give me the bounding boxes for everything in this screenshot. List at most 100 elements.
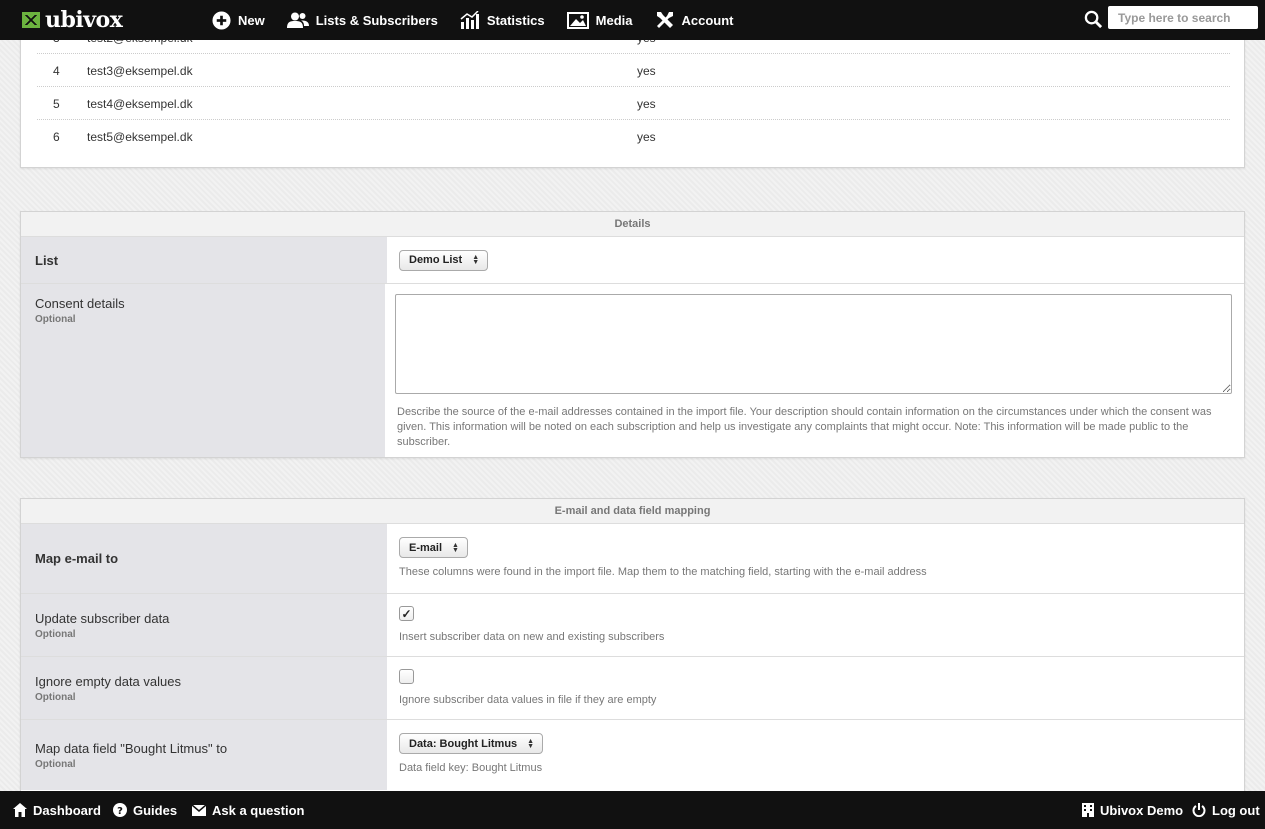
row-consent: yes — [637, 64, 656, 78]
footer-account-label: Ubivox Demo — [1100, 802, 1184, 818]
top-nav-bar: ubivox New Lists & Subscribers Statistic… — [0, 0, 1265, 40]
consent-label: Consent details — [35, 296, 125, 311]
main-nav: New Lists & Subscribers Statistics Media… — [212, 0, 756, 40]
optional-tag: Optional — [35, 758, 76, 770]
row-consent: yes — [637, 97, 656, 111]
footer-dashboard-label: Dashboard — [33, 802, 101, 818]
update-data-checkbox[interactable]: ✓ — [399, 606, 414, 621]
logo-text: ubivox — [45, 7, 123, 33]
map-litmus-row: Map data field "Bought Litmus" to Option… — [21, 720, 1244, 790]
table-row: 6 test5@eksempel.dk yes — [37, 120, 1230, 153]
select-arrows-icon: ▲ ▼ — [472, 254, 480, 266]
map-litmus-select-value: Data: Bought Litmus — [409, 737, 518, 750]
update-data-label: Update subscriber data — [35, 610, 170, 626]
update-data-help: Insert subscriber data on new and existi… — [399, 631, 665, 643]
nav-lists-subscribers[interactable]: Lists & Subscribers — [286, 12, 438, 28]
row-email: test4@eksempel.dk — [87, 97, 193, 111]
nav-statistics-label: Statistics — [486, 12, 545, 28]
consent-label-cell: Consent details Optional — [21, 284, 385, 457]
list-value-cell: Demo List ▲ ▼ — [387, 237, 1244, 283]
details-panel: Details List Demo List ▲ ▼ Consent detail… — [20, 211, 1245, 458]
help-icon: ? — [113, 803, 127, 817]
home-icon — [13, 803, 27, 817]
plus-circle-icon — [212, 10, 231, 30]
update-data-label-cell: Update subscriber data Optional — [21, 594, 387, 656]
nav-account-label: Account — [681, 12, 734, 28]
image-icon — [566, 12, 589, 29]
footer-logout-label: Log out — [1212, 802, 1260, 818]
optional-tag: Optional — [35, 628, 76, 640]
list-row: List Demo List ▲ ▼ — [21, 237, 1244, 284]
map-litmus-help: Data field key: Bought Litmus — [399, 762, 543, 774]
mapping-header: E-mail and data field mapping — [21, 499, 1244, 524]
list-label-cell: List — [21, 237, 387, 283]
row-number: 6 — [53, 130, 60, 144]
map-litmus-select[interactable]: Data: Bought Litmus ▲ ▼ — [399, 733, 544, 754]
import-preview-panel: 3 test2@eksempel.dk yes 4 test3@eksempel… — [20, 20, 1245, 168]
ignore-empty-label: Ignore empty data values — [35, 673, 181, 689]
map-email-help: These columns were found in the import f… — [399, 566, 927, 578]
nav-account[interactable]: Account — [655, 10, 734, 30]
optional-tag: Optional — [35, 691, 76, 703]
consent-value-cell: Describe the source of the e-mail addres… — [385, 284, 1244, 457]
footer-ask-label: Ask a question — [212, 802, 305, 818]
update-data-value-cell: ✓ Insert subscriber data on new and exis… — [387, 594, 1244, 656]
consent-help-text: Describe the source of the e-mail addres… — [397, 406, 1212, 448]
tools-icon — [656, 12, 673, 28]
select-arrows-icon: ▲ ▼ — [527, 737, 535, 750]
search-input[interactable] — [1108, 6, 1258, 29]
table-row: 4 test3@eksempel.dk yes — [37, 54, 1230, 87]
update-data-row: Update subscriber data Optional ✓ Insert… — [21, 594, 1244, 657]
row-number: 5 — [53, 97, 60, 111]
list-label: List — [35, 252, 59, 268]
row-number: 4 — [53, 64, 60, 78]
nav-lists-label: Lists & Subscribers — [315, 12, 438, 28]
nav-new-label: New — [238, 12, 265, 28]
optional-tag: Optional — [35, 314, 76, 325]
building-icon — [1082, 803, 1094, 817]
map-email-select[interactable]: E-mail ▲ ▼ — [399, 537, 468, 558]
map-email-label-cell: Map e-mail to — [21, 524, 387, 593]
footer-guides-link[interactable]: ? Guides — [113, 791, 177, 829]
envelope-logo-icon — [22, 12, 40, 28]
map-email-select-value: E-mail — [409, 541, 443, 554]
map-email-row: Map e-mail to E-mail ▲ ▼ These columns we… — [21, 524, 1244, 594]
ignore-empty-checkbox[interactable] — [399, 669, 414, 684]
nav-media[interactable]: Media — [566, 11, 633, 29]
svg-text:?: ? — [117, 806, 123, 817]
row-consent: yes — [637, 130, 656, 144]
footer-dashboard-link[interactable]: Dashboard — [13, 791, 101, 829]
nav-new[interactable]: New — [212, 10, 265, 30]
footer-ask-question-link[interactable]: Ask a question — [192, 791, 304, 829]
table-row: 5 test4@eksempel.dk yes — [37, 87, 1230, 120]
consent-details-textarea[interactable] — [395, 294, 1232, 394]
mail-icon — [192, 804, 206, 816]
bottom-bar: Dashboard ? Guides Ask a question Ubivox… — [0, 791, 1265, 829]
footer-account-link[interactable]: Ubivox Demo — [1082, 791, 1183, 829]
details-header: Details — [21, 212, 1244, 237]
map-litmus-label: Map data field "Bought Litmus" to — [35, 740, 228, 756]
ignore-empty-value-cell: Ignore subscriber data values in file if… — [387, 657, 1244, 719]
list-select-value: Demo List — [409, 254, 463, 266]
footer-logout-link[interactable]: Log out — [1192, 791, 1260, 829]
chart-icon — [460, 11, 479, 29]
field-mapping-panel: E-mail and data field mapping Map e-mail… — [20, 498, 1245, 798]
users-icon — [286, 12, 309, 28]
footer-guides-label: Guides — [133, 802, 178, 818]
row-email: test5@eksempel.dk — [87, 130, 193, 144]
map-email-label: Map e-mail to — [35, 551, 119, 566]
nav-media-label: Media — [595, 12, 633, 28]
map-litmus-label-cell: Map data field "Bought Litmus" to Option… — [21, 720, 387, 790]
nav-statistics[interactable]: Statistics — [460, 11, 545, 29]
ignore-empty-label-cell: Ignore empty data values Optional — [21, 657, 387, 719]
list-select[interactable]: Demo List ▲ ▼ — [399, 249, 489, 271]
search-icon[interactable] — [1084, 10, 1103, 29]
ignore-empty-help: Ignore subscriber data values in file if… — [399, 694, 657, 706]
map-email-value-cell: E-mail ▲ ▼ These columns were found in th… — [387, 524, 1244, 593]
power-icon — [1192, 803, 1206, 817]
checkmark-icon: ✓ — [401, 606, 412, 621]
consent-row: Consent details Optional Describe the so… — [21, 284, 1244, 457]
row-email: test3@eksempel.dk — [87, 64, 193, 78]
select-arrows-icon: ▲ ▼ — [452, 541, 459, 554]
ubivox-logo[interactable]: ubivox — [22, 6, 123, 34]
